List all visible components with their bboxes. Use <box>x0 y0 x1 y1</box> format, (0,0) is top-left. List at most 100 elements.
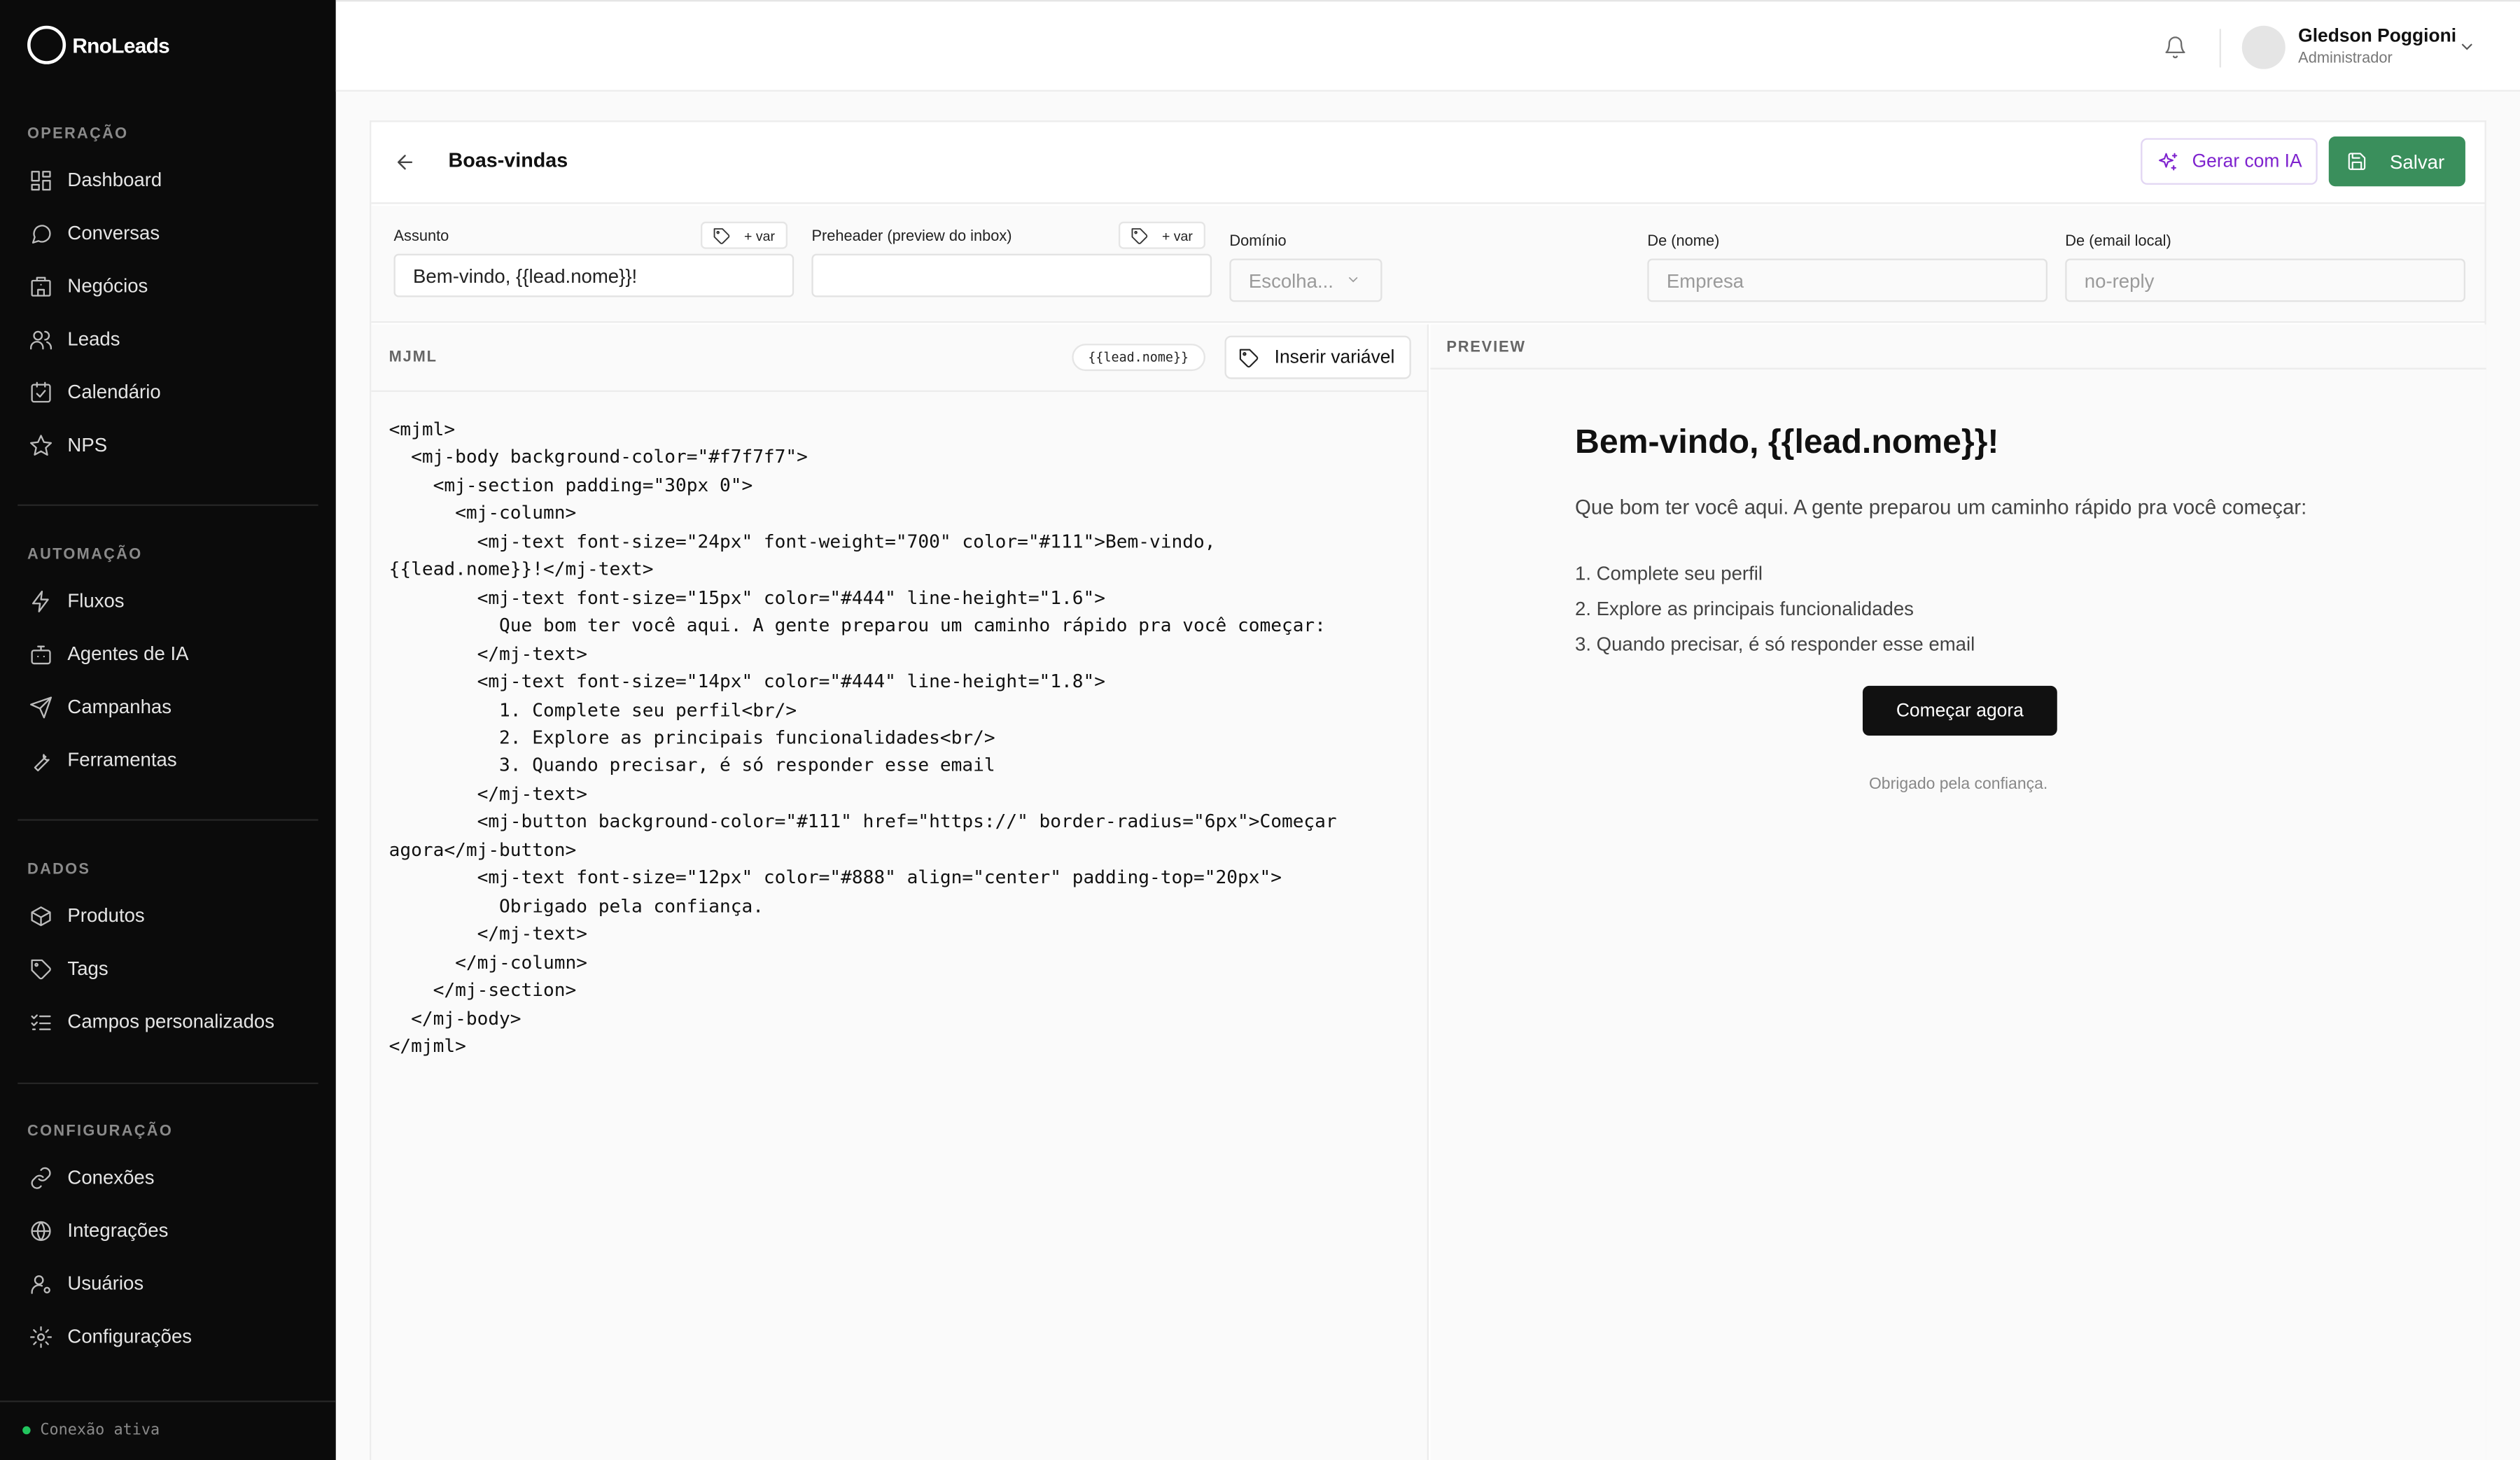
subject-insert-var-button[interactable]: + var <box>701 221 788 249</box>
sidebar-item-leads[interactable]: Leads <box>29 323 120 355</box>
back-button[interactable] <box>394 151 416 182</box>
sidebar-item-conversas[interactable]: Conversas <box>29 217 160 249</box>
sidebar-item-produtos[interactable]: Produtos <box>29 899 145 932</box>
mjml-code-textarea[interactable]: <mjml> <mj-body background-color="#f7f7f… <box>389 416 1337 1060</box>
subject-label: Assunto <box>393 227 449 246</box>
grid-icon <box>31 169 51 190</box>
generate-with-ai-button[interactable]: Gerar com IA <box>2141 138 2318 185</box>
sidebar-item-label: Usuários <box>67 1272 144 1295</box>
from-name-input[interactable]: Empresa <box>1647 258 2048 302</box>
sidebar-item-configuracoes[interactable]: Configurações <box>29 1320 192 1352</box>
preview-label: PREVIEW <box>1446 339 1526 357</box>
package-icon <box>31 905 51 926</box>
list-item: 1. Complete seu perfil <box>1575 562 1763 585</box>
preview-cta-button[interactable]: Começar agora <box>1862 685 2057 736</box>
from-email-input[interactable]: no-reply <box>2065 258 2465 302</box>
sidebar-item-label: Ferramentas <box>67 748 177 771</box>
user-role: Administrador <box>2298 50 2393 68</box>
sidebar-item-ferramentas[interactable]: Ferramentas <box>29 744 177 776</box>
avatar[interactable] <box>2241 25 2286 69</box>
sidebar-item-label: Calendário <box>67 380 161 404</box>
from-email-label: De (email local) <box>2065 232 2171 251</box>
sidebar-item-label: Agentes de IA <box>67 642 189 666</box>
preheader-insert-var-button[interactable]: + var <box>1118 221 1206 249</box>
sidebar-item-label: Conversas <box>67 221 160 244</box>
sidebar-item-label: Leads <box>67 328 120 351</box>
sidebar-divider <box>18 1082 318 1085</box>
sidebar-item-negocios[interactable]: Negócios <box>29 270 148 302</box>
brand-logo[interactable]: RnoLeads <box>27 25 170 64</box>
preview-email-title: Bem-vindo, {{lead.nome}}! <box>1575 423 1999 461</box>
sidebar-item-campos-personalizados[interactable]: Campos personalizados <box>29 1006 274 1038</box>
sidebar-item-tags[interactable]: Tags <box>29 953 108 985</box>
sidebar-item-conexoes[interactable]: Conexões <box>29 1161 155 1193</box>
gear-icon <box>30 1325 52 1347</box>
sidebar-item-label: Fluxos <box>67 589 125 612</box>
brand-name: RnoLeads <box>72 33 170 57</box>
sidebar-item-usuarios[interactable]: Usuários <box>29 1268 144 1300</box>
var-chip-label: + var <box>744 227 775 244</box>
chat-icon <box>31 224 51 243</box>
wrench-icon <box>34 753 50 771</box>
template-editor-card: Boas-vindas Gerar com IA Salvar Assunto … <box>370 120 2486 1460</box>
user-name[interactable]: Gledson Poggioni <box>2298 27 2456 47</box>
lead-nome-variable-chip[interactable]: {{lead.nome}} <box>1072 344 1205 372</box>
save-icon <box>2348 153 2366 170</box>
domain-select[interactable]: Escolha... <box>1229 258 1382 302</box>
sidebar-item-label: Configurações <box>67 1325 192 1348</box>
sidebar-item-fluxos[interactable]: Fluxos <box>29 584 125 617</box>
from-name-label: De (nome) <box>1647 232 1720 251</box>
mjml-label: MJML <box>388 348 438 367</box>
user-cog-icon <box>31 1274 50 1293</box>
sidebar-item-agentes-ia[interactable]: Agentes de IA <box>29 638 189 670</box>
logo-ring-icon <box>27 25 66 64</box>
sidebar-item-label: Negócios <box>67 274 148 297</box>
bell-icon <box>2165 36 2185 59</box>
sidebar-item-label: Tags <box>67 957 108 980</box>
status-dot-icon <box>22 1426 31 1435</box>
save-button[interactable]: Salvar <box>2328 136 2465 187</box>
sidebar-item-label: Integrações <box>67 1219 169 1242</box>
tag-icon <box>31 958 51 979</box>
sidebar-item-dashboard[interactable]: Dashboard <box>29 164 162 196</box>
sidebar-item-integracoes[interactable]: Integrações <box>29 1214 168 1247</box>
topbar-separator <box>2219 29 2221 68</box>
preheader-input[interactable] <box>811 253 1212 297</box>
sidebar-item-calendario[interactable]: Calendário <box>29 376 161 408</box>
zap-icon <box>31 589 49 612</box>
globe-icon <box>31 1220 51 1240</box>
user-menu-button[interactable] <box>2457 35 2477 64</box>
sidebar-item-nps[interactable]: NPS <box>29 429 107 461</box>
building-icon <box>31 276 51 296</box>
preheader-label: Preheader (preview do inbox) <box>811 227 1012 246</box>
mjml-editor-pane: MJML {{lead.nome}} Inserir variável <mjm… <box>371 324 1429 1460</box>
page-title: Boas-vindas <box>448 149 568 172</box>
topbar: Gledson Poggioni Administrador <box>335 0 2520 92</box>
section-label-automacao: AUTOMAÇÃO <box>27 546 143 564</box>
sidebar-item-label: NPS <box>67 433 108 456</box>
preview-pane: PREVIEW Bem-vindo, {{lead.nome}}! Que bo… <box>1430 324 2486 1460</box>
sidebar-item-label: Dashboard <box>67 168 162 192</box>
section-label-dados: DADOS <box>27 861 91 879</box>
arrow-left-icon <box>397 155 413 170</box>
bot-icon <box>31 645 51 664</box>
section-label-operacao: OPERAÇÃO <box>27 125 129 143</box>
link-icon <box>31 1166 51 1188</box>
tag-icon <box>1239 348 1259 367</box>
sidebar-item-label: Conexões <box>67 1166 155 1189</box>
sidebar-divider <box>18 504 318 506</box>
generate-with-ai-label: Gerar com IA <box>2192 151 2302 171</box>
notifications-button[interactable] <box>2163 35 2187 67</box>
list-item: 3. Quando precisar, é só responder esse … <box>1575 633 1975 656</box>
sidebar-item-campanhas[interactable]: Campanhas <box>29 691 172 723</box>
connection-status-label: Conexão ativa <box>40 1421 160 1440</box>
tag-icon <box>1131 227 1148 244</box>
subject-input[interactable]: Bem-vindo, {{lead.nome}}! <box>393 253 794 297</box>
insert-variable-button[interactable]: Inserir variável <box>1224 335 1411 379</box>
sidebar-item-label: Produtos <box>67 904 145 927</box>
var-chip-label: + var <box>1161 227 1193 244</box>
users-icon <box>30 330 52 349</box>
sidebar-item-label: Campos personalizados <box>67 1010 275 1033</box>
preview-email-footer: Obrigado pela confiança. <box>1868 775 2048 794</box>
list-item: 2. Explore as principais funcionalidades <box>1575 597 1914 620</box>
